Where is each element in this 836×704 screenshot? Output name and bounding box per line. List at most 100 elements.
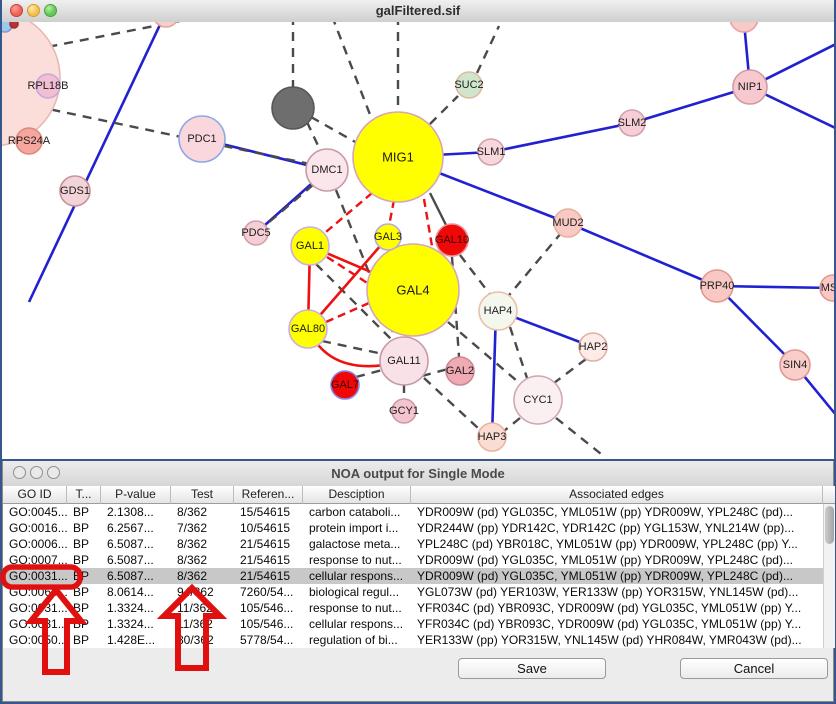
table-cell: 1.3324... bbox=[101, 600, 171, 616]
node-top-pink[interactable] bbox=[153, 22, 179, 27]
table-cell: BP bbox=[67, 632, 101, 648]
network-edge[interactable] bbox=[332, 22, 374, 125]
cancel-button[interactable]: Cancel bbox=[680, 658, 828, 679]
table-cell: YPL248C (pd) YBR018C, YML051W (pp) YDR00… bbox=[411, 536, 823, 552]
table-cell: regulation of bi... bbox=[303, 632, 411, 648]
network-edge[interactable] bbox=[307, 122, 321, 152]
node-label-GCY1: GCY1 bbox=[389, 405, 419, 417]
network-edge[interactable] bbox=[430, 96, 458, 124]
network-edge[interactable] bbox=[430, 193, 447, 227]
table-row[interactable]: GO:0031...BP1.3324...11/362105/546...cel… bbox=[3, 616, 823, 632]
network-edge[interactable] bbox=[460, 255, 492, 297]
column-header-goid[interactable]: GO ID bbox=[3, 486, 67, 504]
table-cell: BP bbox=[67, 504, 101, 520]
table-cell: 1.3324... bbox=[101, 616, 171, 632]
table-cell: 21/54615 bbox=[234, 536, 303, 552]
table-cell: GO:0016... bbox=[3, 520, 67, 536]
table-row[interactable]: GO:0031...BP6.5087...8/36221/54615cellul… bbox=[3, 568, 823, 584]
table-cell: 21/54615 bbox=[234, 552, 303, 568]
node-label-RPS24A: RPS24A bbox=[8, 135, 51, 147]
column-header-desciption[interactable]: Desciption bbox=[303, 486, 411, 504]
network-edge[interactable] bbox=[491, 123, 632, 152]
table-cell: GO:0065... bbox=[3, 584, 67, 600]
node-label-SUC2: SUC2 bbox=[454, 79, 483, 91]
table-cell: BP bbox=[67, 536, 101, 552]
node-label-GAL11: GAL11 bbox=[387, 355, 420, 367]
network-edge[interactable] bbox=[505, 232, 562, 300]
scrollbar-thumb[interactable] bbox=[825, 506, 834, 544]
column-header-associatededges[interactable]: Associated edges bbox=[411, 486, 823, 504]
table-cell: biological regul... bbox=[303, 584, 411, 600]
node-label-MIG1: MIG1 bbox=[382, 150, 414, 165]
noa-window-title: NOA output for Single Mode bbox=[3, 466, 833, 481]
table-cell: YFR034C (pd) YBR093C, YDR009W (pd) YGL03… bbox=[411, 616, 823, 632]
node-label-MUD2: MUD2 bbox=[552, 217, 583, 229]
table-row[interactable]: GO:0050...BP1.428E...80/3625778/54...reg… bbox=[3, 632, 823, 648]
table-scrollbar[interactable] bbox=[823, 504, 835, 648]
network-edge[interactable] bbox=[322, 341, 383, 354]
network-canvas[interactable]: MIG1DMC1PDC1PDC5RPL18BRPS24AGDS1SUC2SLM1… bbox=[2, 22, 834, 459]
table-cell: BP bbox=[67, 552, 101, 568]
column-header-referen[interactable]: Referen... bbox=[234, 486, 303, 504]
node-label-SLM1: SLM1 bbox=[477, 146, 506, 158]
table-cell: BP bbox=[67, 600, 101, 616]
noa-window-titlebar[interactable]: NOA output for Single Mode bbox=[3, 461, 833, 487]
network-edge[interactable] bbox=[717, 286, 834, 288]
node-topright-pink[interactable] bbox=[730, 22, 758, 32]
table-cell: BP bbox=[67, 568, 101, 584]
table-row[interactable]: GO:0065...BP8.0614...94/3627260/54...bio… bbox=[3, 584, 823, 600]
table-cell: GO:0031... bbox=[3, 616, 67, 632]
table-row[interactable]: GO:0016...BP6.2567...7/36210/54615protei… bbox=[3, 520, 823, 536]
node-label-PDC1: PDC1 bbox=[187, 133, 216, 145]
table-cell: cellular respons... bbox=[303, 568, 411, 584]
table-cell: BP bbox=[67, 520, 101, 536]
network-edge[interactable] bbox=[510, 327, 527, 378]
table-cell: 94/362 bbox=[171, 584, 234, 600]
network-edge[interactable] bbox=[477, 26, 499, 73]
table-cell: 21/54615 bbox=[234, 568, 303, 584]
node-gray[interactable] bbox=[272, 87, 314, 129]
table-row[interactable]: GO:0007...BP6.5087...8/36221/54615respon… bbox=[3, 552, 823, 568]
table-cell: 8/362 bbox=[171, 504, 234, 520]
network-edge[interactable] bbox=[320, 193, 372, 237]
node-label-MSN: MSN bbox=[821, 282, 834, 294]
network-edge[interactable] bbox=[326, 303, 369, 322]
table-cell: YDR244W (pp) YDR142C, YDR142C (pp) YGL15… bbox=[411, 520, 823, 536]
table-row[interactable]: GO:0031...BP1.3324...11/362105/546...res… bbox=[3, 600, 823, 616]
node-label-HAP3: HAP3 bbox=[478, 431, 507, 443]
column-header-pvalue[interactable]: P-value bbox=[101, 486, 171, 504]
table-cell: 6.5087... bbox=[101, 536, 171, 552]
table-cell: 11/362 bbox=[171, 616, 234, 632]
network-edge[interactable] bbox=[389, 200, 394, 226]
table-cell: GO:0050... bbox=[3, 632, 67, 648]
network-edge[interactable] bbox=[504, 418, 520, 431]
network-edge[interactable] bbox=[262, 185, 313, 228]
node-corner-red[interactable] bbox=[10, 22, 18, 28]
node-label-GAL2: GAL2 bbox=[446, 365, 474, 377]
table-cell: response to nut... bbox=[303, 600, 411, 616]
table-cell: GO:0031... bbox=[3, 600, 67, 616]
network-graph[interactable]: MIG1DMC1PDC1PDC5RPL18BRPS24AGDS1SUC2SLM1… bbox=[2, 22, 834, 459]
table-cell: 8.0614... bbox=[101, 584, 171, 600]
table-cell: YDR009W (pd) YGL035C, YML051W (pp) YDR00… bbox=[411, 568, 823, 584]
network-edge[interactable] bbox=[632, 87, 750, 123]
node-label-DMC1: DMC1 bbox=[311, 164, 342, 176]
network-edge[interactable] bbox=[554, 359, 586, 383]
noa-output-window: NOA output for Single Mode GO IDT...P-va… bbox=[2, 461, 834, 702]
table-row[interactable]: GO:0045...BP2.1308...8/36215/54615carbon… bbox=[3, 504, 823, 520]
network-edge[interactable] bbox=[311, 117, 357, 143]
column-header-t[interactable]: T... bbox=[67, 486, 101, 504]
node-label-CYC1: CYC1 bbox=[523, 394, 552, 406]
table-cell: 105/546... bbox=[234, 616, 303, 632]
save-button[interactable]: Save bbox=[458, 658, 606, 679]
network-edge[interactable] bbox=[424, 199, 433, 252]
network-window-titlebar[interactable]: galFiltered.sif bbox=[2, 0, 834, 23]
table-cell: carbon cataboli... bbox=[303, 504, 411, 520]
network-edge[interactable] bbox=[556, 418, 606, 458]
network-edge[interactable] bbox=[568, 223, 717, 286]
table-cell: YFR034C (pd) YBR093C, YDR009W (pd) YGL03… bbox=[411, 600, 823, 616]
node-label-HAP2: HAP2 bbox=[579, 341, 608, 353]
column-header-test[interactable]: Test bbox=[171, 486, 234, 504]
table-row[interactable]: GO:0006...BP6.5087...8/36221/54615galact… bbox=[3, 536, 823, 552]
network-edge[interactable] bbox=[424, 378, 479, 429]
